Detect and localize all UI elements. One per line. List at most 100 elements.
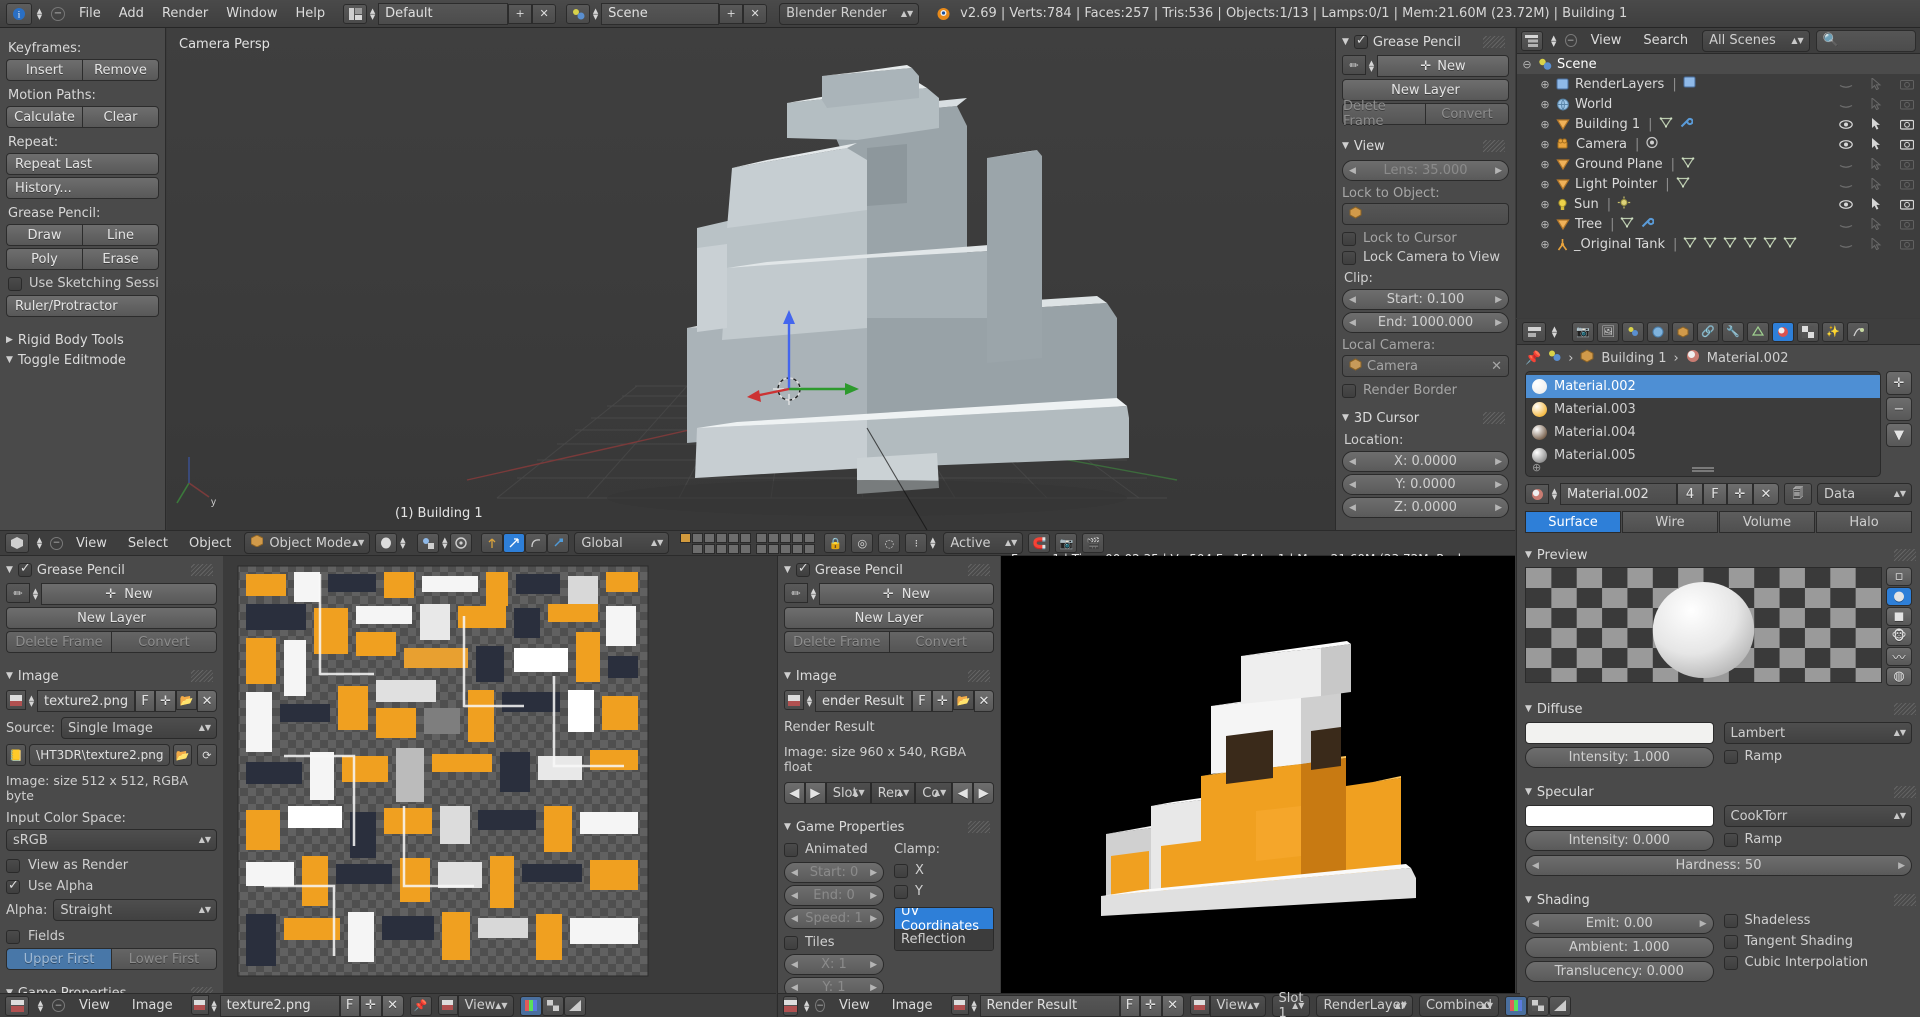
list-resize-grip[interactable]	[1692, 467, 1714, 472]
collapse-menu-icon[interactable]: −	[50, 536, 63, 550]
chevron-left-icon[interactable]: ◀	[1532, 919, 1539, 929]
mesh-data-icon[interactable]	[1676, 176, 1690, 193]
menu-add[interactable]: Add	[111, 6, 152, 21]
clamp-x-checkbox[interactable]	[894, 863, 908, 878]
image-icon[interactable]	[1189, 994, 1210, 1015]
image-name-field[interactable]: texture2.png	[36, 690, 136, 712]
gp-enable-checkbox[interactable]	[795, 561, 810, 577]
footer-right-menu-view[interactable]: View	[831, 998, 878, 1013]
texture-paint-icon[interactable]: ◌	[878, 533, 901, 553]
footer-right-layer-select[interactable]: RenderLayer ▲▼	[1316, 994, 1413, 1017]
scale-manipulator-icon[interactable]	[547, 533, 570, 553]
outliner-row-label[interactable]: World	[1575, 97, 1612, 112]
display-channels-z-icon[interactable]	[563, 995, 586, 1016]
preview-flat-button[interactable]: ▫	[1886, 567, 1912, 586]
mesh-data-icon[interactable]	[1659, 116, 1673, 133]
game-properties-panel-header-left[interactable]: ▼ Game Properties	[6, 983, 217, 993]
chevron-right-icon[interactable]: ▶	[1495, 295, 1502, 305]
diffuse-panel-header[interactable]: ▼ Diffuse	[1517, 699, 1920, 719]
gp-draw-button[interactable]: Draw	[6, 224, 82, 246]
outliner-menu-search[interactable]: Search	[1635, 33, 1696, 48]
display-channels-alpha-icon[interactable]	[541, 995, 564, 1016]
footer-right-view-mode[interactable]: View ▲▼	[1209, 994, 1266, 1017]
tab-object[interactable]	[1672, 321, 1694, 342]
animated-checkbox[interactable]	[784, 842, 798, 857]
cursor-y-slider[interactable]: ◀ Y: 0.0000 ▶	[1342, 474, 1509, 495]
viewport-shading-button[interactable]	[375, 533, 398, 553]
render-layer-select[interactable]: Ren ▲▼	[870, 782, 916, 804]
chevron-left-icon[interactable]: ◀	[791, 983, 798, 993]
gp-new-button[interactable]: ✛ New	[1377, 55, 1509, 77]
render-border-row[interactable]: Render Border	[1342, 383, 1509, 398]
gp-new-layer-button[interactable]: New Layer	[6, 607, 217, 629]
mesh-data-icon[interactable]	[1703, 236, 1717, 253]
clamp-x-row[interactable]: X	[894, 863, 994, 878]
delete-screen-button[interactable]: ✕	[532, 3, 557, 24]
lock-to-cursor-checkbox[interactable]	[1342, 231, 1356, 246]
gp-delete-frame-button[interactable]: Delete Frame	[1342, 99, 1425, 129]
editor-type-icon[interactable]	[5, 533, 29, 553]
view-as-render-checkbox[interactable]	[6, 858, 20, 873]
chevron-right-icon[interactable]: ▶	[1495, 503, 1502, 513]
footer-left-menu-image[interactable]: Image	[124, 998, 181, 1013]
manipulator-toggle-icon[interactable]	[481, 533, 504, 553]
footer-left-menu-view[interactable]: View	[71, 998, 118, 1013]
outliner-search-input[interactable]: 🔍	[1815, 29, 1916, 52]
local-camera-field[interactable]: Camera ✕	[1342, 355, 1509, 377]
lens-slider[interactable]: ◀ Lens: 35.000 ▶	[1342, 160, 1509, 181]
gp-panel-header-left[interactable]: ▼ Grease Pencil	[6, 560, 217, 580]
outliner-row[interactable]: ⊖ Scene	[1517, 54, 1920, 74]
outliner-row-label[interactable]: Ground Plane	[1575, 157, 1663, 172]
image-browse-spinner[interactable]: ▲ ▼	[804, 690, 815, 712]
gp-new-layer-button[interactable]: New Layer	[784, 607, 994, 629]
collapse-menu-icon[interactable]: −	[52, 999, 65, 1012]
render-border-checkbox[interactable]	[1342, 383, 1356, 398]
layer-button-active[interactable]	[680, 532, 692, 543]
outliner-row-label[interactable]: Light Pointer	[1575, 177, 1657, 192]
lock-layers-icon[interactable]: 🔒	[824, 533, 847, 553]
preview-panel-header[interactable]: ▼ Preview	[1517, 545, 1920, 565]
specular-panel-header[interactable]: ▼ Specular	[1517, 782, 1920, 802]
breadcrumb-material[interactable]: Material.002	[1707, 351, 1789, 366]
insert-keyframe-button[interactable]: Insert	[6, 59, 82, 81]
chevron-left-icon[interactable]: ◀	[1349, 166, 1356, 176]
mesh-data-icon[interactable]	[1620, 216, 1634, 233]
material-type-tab-wire[interactable]: Wire	[1622, 511, 1718, 533]
rotate-manipulator-icon[interactable]	[525, 533, 548, 553]
outliner-row-label[interactable]: Sun	[1574, 197, 1599, 212]
image-new-button[interactable]: ✛	[932, 690, 953, 712]
chevron-right-icon[interactable]: ▶	[1700, 919, 1707, 929]
ruler-protractor-button[interactable]: Ruler/Protractor	[6, 295, 159, 317]
collapse-menu-icon[interactable]: −	[51, 6, 65, 21]
image-open-icon[interactable]: 📂	[953, 690, 974, 710]
game-properties-panel-header-mid[interactable]: ▼ Game Properties	[784, 817, 994, 837]
pencil-icon[interactable]: ✏	[6, 583, 30, 603]
tab-world[interactable]	[1647, 321, 1669, 342]
editor-type-icon[interactable]	[783, 995, 798, 1016]
outliner-scope-select[interactable]: All Scenes ▲▼	[1702, 29, 1810, 52]
screen-layout-icon[interactable]	[343, 3, 368, 24]
gp-panel-header-mid[interactable]: ▼ Grease Pencil	[784, 560, 994, 580]
outliner-icon[interactable]	[1521, 30, 1543, 51]
material-slot-row[interactable]: Material.002	[1526, 375, 1880, 398]
footer-left-image-name[interactable]: texture2.png	[219, 994, 340, 1017]
snap-during-transform-icon[interactable]: 🧲	[1028, 533, 1051, 553]
chevron-right-icon[interactable]: ▶	[1495, 457, 1502, 467]
translucency-slider[interactable]: Translucency: 0.000	[1525, 961, 1714, 982]
outliner-row-label[interactable]: RenderLayers	[1575, 77, 1664, 92]
menu-help[interactable]: Help	[287, 6, 333, 21]
gp-new-layer-button[interactable]: New Layer	[1342, 79, 1509, 101]
footer-right-unlink-image[interactable]: ✕	[1161, 994, 1184, 1017]
chevron-left-icon[interactable]: ◀	[1349, 295, 1356, 305]
next-pass-button[interactable]: ▶	[973, 782, 995, 804]
use-sketching-row[interactable]: Use Sketching Sessi	[8, 276, 159, 291]
material-new-button[interactable]: ✛	[1727, 483, 1753, 505]
outliner-row-label[interactable]: Camera	[1576, 137, 1627, 152]
editor-type-spinner[interactable]: ▲ ▼	[34, 7, 45, 20]
outliner-row[interactable]: ⊕ Sun |	[1517, 194, 1920, 214]
expand-toggle-icon[interactable]: ⊖	[1521, 58, 1533, 71]
delete-scene-button[interactable]: ✕	[743, 3, 768, 24]
footer-right-pass-select[interactable]: Combined ▲▼	[1418, 994, 1500, 1017]
image-path-field[interactable]: \HT3DR\texture2.png	[29, 744, 171, 766]
snap-spinner[interactable]: ▲ ▼	[439, 533, 450, 553]
